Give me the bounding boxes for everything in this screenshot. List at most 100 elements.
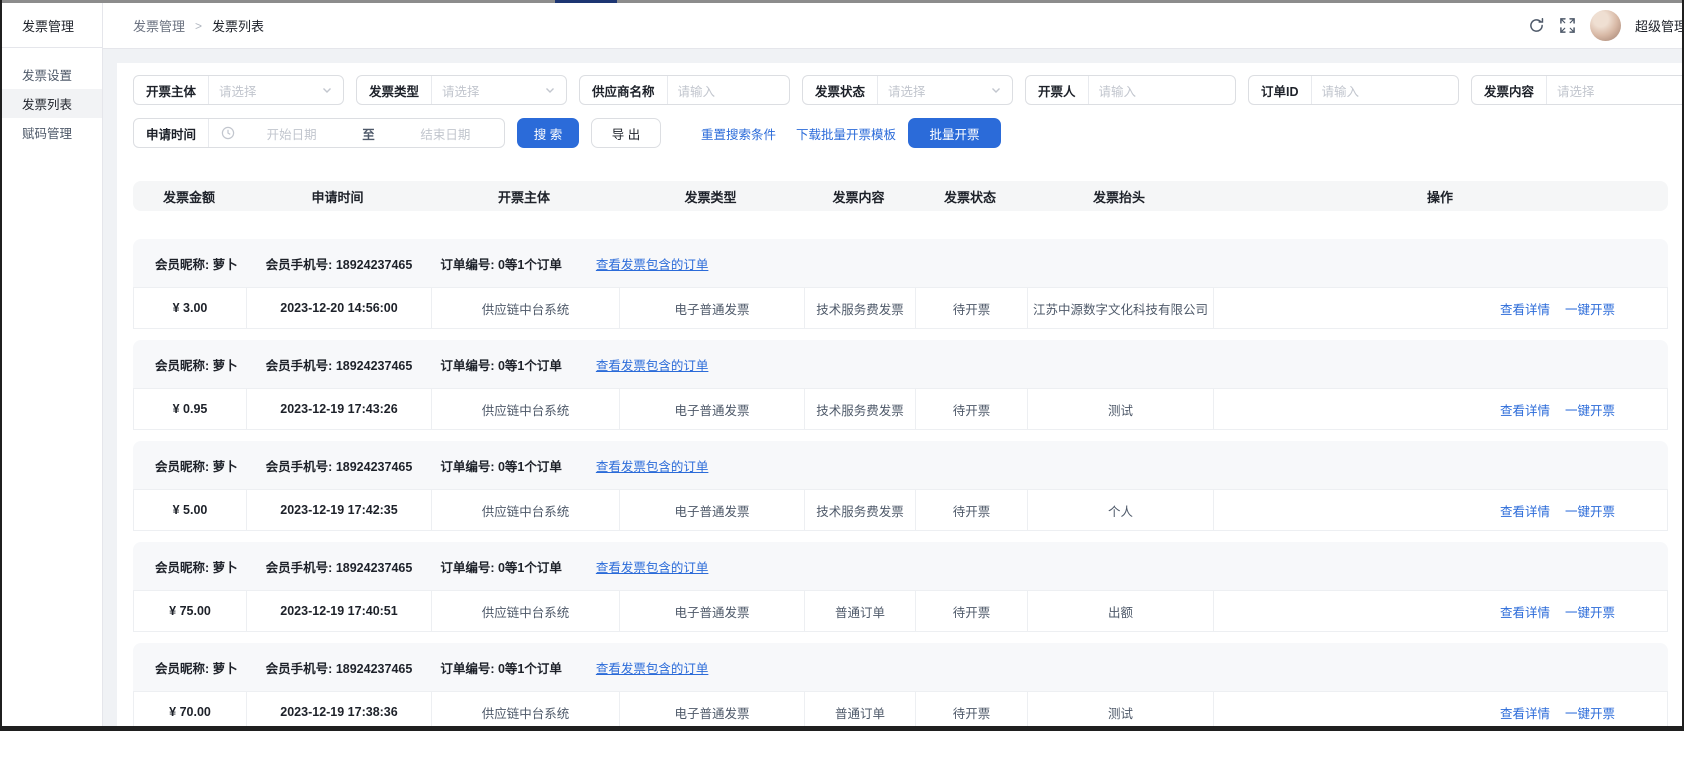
view-detail-link[interactable]: 查看详情 (1500, 400, 1550, 419)
one-click-invoice-link[interactable]: 一键开票 (1565, 299, 1615, 318)
cell-status: 待开票 (915, 692, 1027, 726)
download-batch-template-link[interactable]: 下载批量开票模板 (796, 124, 896, 143)
sidebar-item-invoice-settings[interactable]: 发票设置 (2, 60, 102, 89)
fullscreen-icon[interactable] (1559, 17, 1576, 34)
member-phone: 会员手机号: 18924237465 (266, 658, 413, 677)
date-range-picker[interactable]: 开始日期 至 结束日期 (208, 119, 504, 147)
member-nickname: 会员昵称: 萝卜 (155, 557, 238, 576)
batch-invoice-button[interactable]: 批量开票 (908, 118, 1001, 148)
view-included-orders-link[interactable]: 查看发票包含的订单 (596, 456, 709, 475)
cell-type: 电子普通发票 (619, 288, 804, 328)
cell-apply-time: 2023-12-19 17:42:35 (246, 490, 431, 530)
cell-actions: 查看详情 一键开票 (1213, 288, 1667, 328)
view-detail-link[interactable]: 查看详情 (1500, 501, 1550, 520)
content-area: 开票主体 请选择 发票类型 请选择 (103, 49, 1682, 726)
end-date-placeholder: 结束日期 (397, 124, 494, 143)
sidebar-item-code-management[interactable]: 赋码管理 (2, 118, 102, 147)
reset-filters-link[interactable]: 重置搜索条件 (701, 124, 776, 143)
col-header-apply-time: 申请时间 (245, 187, 430, 206)
filter-label: 发票类型 (357, 81, 431, 100)
cell-title: 出额 (1027, 591, 1213, 631)
cell-apply-time: 2023-12-19 17:38:36 (246, 692, 431, 726)
one-click-invoice-link[interactable]: 一键开票 (1565, 602, 1615, 621)
view-detail-link[interactable]: 查看详情 (1500, 602, 1550, 621)
cell-content: 技术服务费发票 (804, 288, 915, 328)
invoice-content-select[interactable]: 请选择 (1546, 76, 1682, 104)
member-nickname: 会员昵称: 萝卜 (155, 456, 238, 475)
chevron-down-icon (990, 84, 1002, 96)
view-detail-link[interactable]: 查看详情 (1500, 703, 1550, 722)
sidebar-title: 发票管理 (2, 3, 102, 48)
screenshot-canvas: 发票管理 发票设置 发票列表 赋码管理 发票管理 > 发票列表 (0, 0, 1684, 784)
refresh-icon[interactable] (1528, 17, 1545, 34)
col-header-content: 发票内容 (803, 187, 914, 206)
filter-issuer: 开票人 请输入 (1025, 75, 1236, 105)
filter-row-2: 申请时间 开始日期 至 结束日期 搜 索 (133, 118, 1682, 148)
order-number: 订单编号: 0等1个订单 (440, 254, 562, 273)
col-header-title: 发票抬头 (1026, 187, 1212, 206)
group-member-info: 会员昵称: 萝卜 会员手机号: 18924237465 订单编号: 0等1个订单… (133, 542, 1668, 590)
one-click-invoice-link[interactable]: 一键开票 (1565, 703, 1615, 722)
order-id-input[interactable]: 请输入 (1311, 76, 1458, 104)
filter-label: 供应商名称 (580, 81, 667, 100)
filter-apply-time: 申请时间 开始日期 至 结束日期 (133, 118, 505, 148)
topbar-actions: 超级管理员 (1452, 10, 1682, 41)
view-included-orders-link[interactable]: 查看发票包含的订单 (596, 658, 709, 677)
cell-status: 待开票 (915, 288, 1027, 328)
filter-label: 开票人 (1026, 81, 1088, 100)
one-click-invoice-link[interactable]: 一键开票 (1565, 501, 1615, 520)
breadcrumb-separator: > (195, 19, 202, 33)
cell-actions: 查看详情 一键开票 (1213, 692, 1667, 726)
view-included-orders-link[interactable]: 查看发票包含的订单 (596, 355, 709, 374)
group-member-info: 会员昵称: 萝卜 会员手机号: 18924237465 订单编号: 0等1个订单… (133, 441, 1668, 489)
filter-label: 开票主体 (134, 81, 208, 100)
invoice-group: 会员昵称: 萝卜 会员手机号: 18924237465 订单编号: 0等1个订单… (133, 542, 1668, 632)
breadcrumb-current: 发票列表 (212, 16, 264, 35)
sidebar-item-invoice-list[interactable]: 发票列表 (2, 89, 102, 118)
group-member-info: 会员昵称: 萝卜 会员手机号: 18924237465 订单编号: 0等1个订单… (133, 643, 1668, 691)
issuer-input[interactable]: 请输入 (1088, 76, 1235, 104)
col-header-subject: 开票主体 (430, 187, 618, 206)
member-phone: 会员手机号: 18924237465 (266, 557, 413, 576)
invoice-status-select[interactable]: 请选择 (877, 76, 1012, 104)
view-included-orders-link[interactable]: 查看发票包含的订单 (596, 254, 709, 273)
cell-actions: 查看详情 一键开票 (1213, 389, 1667, 429)
supplier-name-input[interactable]: 请输入 (667, 76, 789, 104)
user-name[interactable]: 超级管理员 (1635, 16, 1682, 35)
cell-type: 电子普通发票 (619, 389, 804, 429)
user-avatar[interactable] (1590, 10, 1621, 41)
group-member-info: 会员昵称: 萝卜 会员手机号: 18924237465 订单编号: 0等1个订单… (133, 340, 1668, 388)
invoice-group: 会员昵称: 萝卜 会员手机号: 18924237465 订单编号: 0等1个订单… (133, 441, 1668, 531)
cell-amount: ¥ 70.00 (134, 692, 246, 726)
export-button[interactable]: 导 出 (591, 118, 661, 148)
cell-subject: 供应链中台系统 (431, 692, 619, 726)
col-header-type: 发票类型 (618, 187, 803, 206)
sidebar: 发票管理 发票设置 发票列表 赋码管理 (2, 3, 103, 726)
window-top-edge (2, 0, 1682, 3)
invoice-row: ¥ 70.00 2023-12-19 17:38:36 供应链中台系统 电子普通… (133, 691, 1668, 726)
cell-amount: ¥ 3.00 (134, 288, 246, 328)
filter-invoice-status: 发票状态 请选择 (802, 75, 1013, 105)
invoice-type-select[interactable]: 请选择 (431, 76, 566, 104)
filter-label: 发票状态 (803, 81, 877, 100)
member-phone: 会员手机号: 18924237465 (266, 355, 413, 374)
invoice-subject-select[interactable]: 请选择 (208, 76, 343, 104)
date-separator: 至 (348, 124, 389, 143)
invoice-row: ¥ 3.00 2023-12-20 14:56:00 供应链中台系统 电子普通发… (133, 287, 1668, 329)
search-button[interactable]: 搜 索 (517, 118, 579, 148)
view-included-orders-link[interactable]: 查看发票包含的订单 (596, 557, 709, 576)
col-header-status: 发票状态 (914, 187, 1026, 206)
one-click-invoice-link[interactable]: 一键开票 (1565, 400, 1615, 419)
filter-order-id: 订单ID 请输入 (1248, 75, 1459, 105)
cell-apply-time: 2023-12-19 17:43:26 (246, 389, 431, 429)
cell-subject: 供应链中台系统 (431, 490, 619, 530)
filter-label: 申请时间 (134, 124, 208, 143)
cell-actions: 查看详情 一键开票 (1213, 490, 1667, 530)
group-member-info: 会员昵称: 萝卜 会员手机号: 18924237465 订单编号: 0等1个订单… (133, 239, 1668, 287)
order-number: 订单编号: 0等1个订单 (440, 355, 562, 374)
cell-title: 测试 (1027, 389, 1213, 429)
table-header: 发票金额 申请时间 开票主体 发票类型 发票内容 发票状态 发票抬头 操作 (133, 181, 1668, 211)
cell-status: 待开票 (915, 490, 1027, 530)
view-detail-link[interactable]: 查看详情 (1500, 299, 1550, 318)
breadcrumb-root[interactable]: 发票管理 (133, 16, 185, 35)
